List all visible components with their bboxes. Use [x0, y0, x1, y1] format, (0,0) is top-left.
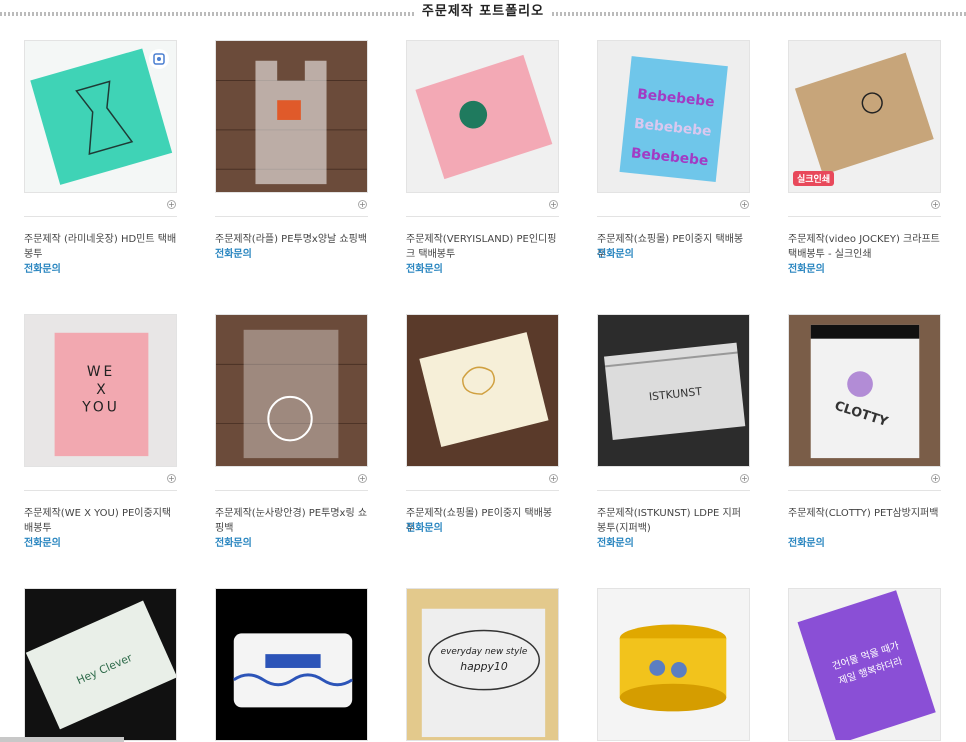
product-thumbnail-white-heyclever-mailer[interactable]: Hey Clever: [24, 588, 177, 741]
divider: [597, 490, 750, 491]
product-thumbnail-clear-ring-bag[interactable]: [215, 314, 368, 467]
plus-icon[interactable]: +: [167, 200, 176, 209]
product-thumbnail-pink-bear-mailer[interactable]: [406, 40, 559, 193]
divider: [24, 216, 177, 217]
plus-icon[interactable]: +: [358, 474, 367, 483]
divider: [406, 490, 559, 491]
product-card[interactable]: + 주문제작(라플) PE투명x양날 쇼핑백 전화문의: [215, 40, 368, 280]
product-name[interactable]: 주문제작(VERYISLAND) PE인디핑크 택배봉투: [406, 232, 559, 262]
plus-icon[interactable]: +: [549, 474, 558, 483]
plus-icon[interactable]: +: [167, 474, 176, 483]
product-thumbnail-blue-tape[interactable]: [215, 588, 368, 741]
phone-inquiry-link[interactable]: 전화문의: [24, 536, 61, 551]
product-card[interactable]: everyday new style happy10: [406, 588, 559, 742]
divider: [406, 216, 559, 217]
phone-inquiry-link[interactable]: 전화문의: [215, 536, 252, 551]
plus-icon[interactable]: +: [740, 200, 749, 209]
plus-icon[interactable]: +: [931, 200, 940, 209]
product-thumbnail-mint-dress-mailer[interactable]: [24, 40, 177, 193]
phone-inquiry-link[interactable]: 전화문의: [24, 262, 61, 277]
product-thumbnail-pink-wexyou-mailer[interactable]: WE X YOU: [24, 314, 177, 467]
product-card[interactable]: CLOTTY + 주문제작(CLOTTY) PET삼방지퍼백전화문의: [788, 314, 941, 554]
horizontal-scrollbar[interactable]: [0, 737, 124, 742]
phone-inquiry-link[interactable]: 전화문의: [215, 247, 252, 262]
phone-inquiry-link[interactable]: 전화문의: [406, 262, 443, 277]
product-name[interactable]: 주문제작(눈사랑안경) PE투명x링 쇼핑백: [215, 506, 368, 536]
thumb-text: WE: [87, 364, 115, 380]
thumb-text: everyday new style: [441, 647, 528, 657]
product-card[interactable]: [215, 588, 368, 742]
phone-inquiry-link[interactable]: 전화문의: [406, 521, 443, 536]
product-card[interactable]: 실크인쇄 + 주문제작(video JOCKEY) 크라프트 택배봉투 - 실크인쇄…: [788, 40, 941, 280]
product-card[interactable]: + 주문제작(VERYISLAND) PE인디핑크 택배봉투 전화문의: [406, 40, 559, 280]
product-thumbnail-clear-zipper-bag[interactable]: ISTKUNST: [597, 314, 750, 467]
product-name[interactable]: 주문제작(WE X YOU) PE이중지택배봉투: [24, 506, 177, 536]
product-card[interactable]: ISTKUNST + 주문제작(ISTKUNST) LDPE 지퍼봉투(지퍼백) 전화…: [597, 314, 750, 554]
divider: [788, 490, 941, 491]
divider: [215, 216, 368, 217]
product-name[interactable]: 주문제작(ISTKUNST) LDPE 지퍼봉투(지퍼백): [597, 506, 750, 536]
phone-inquiry-link[interactable]: 전화문의: [597, 247, 634, 262]
product-card[interactable]: Bebebebe Bebebebe Bebebebe + 주문제작(쇼핑몰) PE이…: [597, 40, 750, 280]
phone-inquiry-link[interactable]: 전화문의: [788, 536, 825, 551]
plus-icon[interactable]: +: [740, 474, 749, 483]
product-thumbnail-ivory-mailer[interactable]: [406, 314, 559, 467]
thumb-text: YOU: [81, 400, 120, 416]
product-card[interactable]: WE X YOU + 주문제작(WE X YOU) PE이중지택배봉투 전화문의: [24, 314, 177, 554]
product-thumbnail-white-everyday-mailer[interactable]: everyday new style happy10: [406, 588, 559, 741]
product-card[interactable]: Hey Clever: [24, 588, 177, 742]
thumb-text: happy10: [460, 660, 508, 673]
thumb-text: X: [96, 382, 106, 398]
plus-icon[interactable]: +: [931, 474, 940, 483]
phone-inquiry-link[interactable]: 전화문의: [788, 262, 825, 277]
divider: [788, 216, 941, 217]
divider: [215, 490, 368, 491]
product-name[interactable]: 주문제작(video JOCKEY) 크라프트 택배봉투 - 실크인쇄: [788, 232, 941, 262]
product-thumbnail-yellow-minion-tape[interactable]: [597, 588, 750, 741]
print-badge: 실크인쇄: [793, 171, 835, 186]
divider: [597, 216, 750, 217]
product-name[interactable]: 주문제작(라플) PE투명x양날 쇼핑백: [215, 232, 368, 247]
product-name[interactable]: 주문제작(CLOTTY) PET삼방지퍼백: [788, 506, 941, 521]
product-thumbnail-blue-bebebe-mailer[interactable]: Bebebebe Bebebebe Bebebebe: [597, 40, 750, 193]
product-card[interactable]: + 주문제작(쇼핑몰) PE이중지 택배봉투 전화문의: [406, 314, 559, 554]
product-card[interactable]: 건어물 먹을 때가 제일 행복하더라: [788, 588, 941, 742]
product-card[interactable]: [597, 588, 750, 742]
product-thumbnail-purple-mailer[interactable]: 건어물 먹을 때가 제일 행복하더라: [788, 588, 941, 741]
plus-icon[interactable]: +: [358, 200, 367, 209]
divider: [24, 490, 177, 491]
plus-icon[interactable]: +: [549, 200, 558, 209]
product-name[interactable]: 주문제작 (라미네옷장) HD민트 택배봉투: [24, 232, 177, 262]
product-card[interactable]: + 주문제작(눈사랑안경) PE투명x링 쇼핑백 전화문의: [215, 314, 368, 554]
product-card[interactable]: + 주문제작 (라미네옷장) HD민트 택배봉투 전화문의: [24, 40, 177, 280]
product-thumbnail-clotty-zipper-bag[interactable]: CLOTTY: [788, 314, 941, 467]
phone-inquiry-link[interactable]: 전화문의: [597, 536, 634, 551]
product-grid: + 주문제작 (라미네옷장) HD민트 택배봉투 전화문의 + 주문제작(라플) PE…: [0, 0, 966, 742]
image-search-icon[interactable]: [149, 49, 169, 69]
product-thumbnail-kraft-mailer[interactable]: 실크인쇄: [788, 40, 941, 193]
product-thumbnail-clear-tshirt-bag[interactable]: [215, 40, 368, 193]
